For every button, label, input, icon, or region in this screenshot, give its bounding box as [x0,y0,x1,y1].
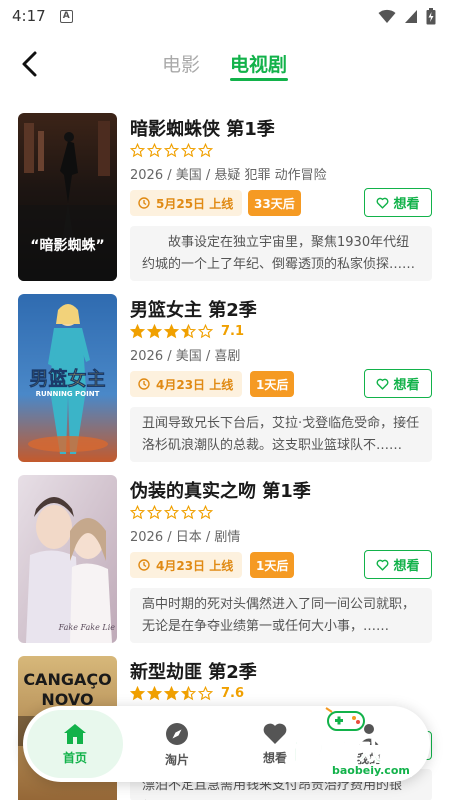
countdown-badge: 1天后 [250,371,295,397]
poster-title-text: Fake Fake Lie [58,623,115,632]
header: 电影 电视剧 [0,38,450,92]
star-full-icon [147,323,162,338]
watermark: 宝贝游戏网 baobeiy.com [268,706,438,786]
star-empty-icon [181,504,196,519]
star-full-icon [130,685,145,700]
poster-image: 男篮女主 RUNNING POINT [18,294,117,462]
synopsis: 故事设定在独立宇宙里，聚焦1930年代纽约城的一个上了年纪、倒霉透顶的私家侦探…… [130,226,432,281]
wifi-icon [378,9,396,23]
poster-title-text: 男篮女主 [29,368,106,391]
item-title[interactable]: 新型劫匪 第2季 [130,658,257,684]
item-title[interactable]: 伪装的真实之吻 第1季 [130,477,311,503]
item-title[interactable]: 暗影蜘蛛侠 第1季 [130,115,275,141]
star-empty-icon [130,504,145,519]
back-button[interactable] [14,48,46,80]
list-item[interactable]: 男篮女主 RUNNING POINT 男篮女主 第2季 7.1 2026 / 美… [0,294,450,475]
star-empty-icon [181,142,196,157]
want-to-watch-button[interactable]: 想看 [364,369,432,398]
star-empty-icon [198,323,213,338]
release-date-badge: 4月23日 上线 [130,371,243,397]
want-to-watch-button[interactable]: 想看 [364,188,432,217]
poster-image: Fake Fake Lie [18,475,117,643]
star-full-icon [147,685,162,700]
synopsis-text: 故事设定在独立宇宙里，聚焦1930年代纽约城的一个上了年纪、倒霉透顶的私家侦探…… [142,235,416,272]
star-empty-icon [164,504,179,519]
release-date: 4月23日 上线 [156,558,234,573]
want-to-watch-label: 想看 [393,378,420,393]
nav-home[interactable]: 首页 [27,710,123,778]
star-rating [130,504,215,520]
list-item[interactable]: “暗影蜘蛛” 暗影蜘蛛侠 第1季 2026 / 美国 / 悬疑 犯罪 动作冒险 … [0,113,450,294]
gamepad-logo-icon [325,707,365,731]
poster-subtitle-text: RUNNING POINT [35,390,100,398]
heart-outline-icon [377,559,389,571]
star-rating: 7.6 [130,685,244,701]
tab-active-indicator [230,78,288,81]
release-date-badge: 4月23日 上线 [130,552,243,578]
item-meta: 2026 / 美国 / 喜剧 [130,349,241,364]
list-item[interactable]: Fake Fake Lie 伪装的真实之吻 第1季 2026 / 日本 / 剧情… [0,475,450,656]
poster-image: “暗影蜘蛛” [18,113,117,281]
status-time: 4:17 [12,7,46,25]
chevron-left-icon [22,51,37,77]
star-empty-icon [198,142,213,157]
clock-icon [138,559,150,571]
item-title[interactable]: 男篮女主 第2季 [130,296,257,322]
clock-icon [138,197,150,209]
tab-tv-series[interactable]: 电视剧 [230,50,287,77]
heart-outline-icon [377,197,389,209]
rating-score: 7.6 [221,685,245,701]
star-empty-icon [198,504,213,519]
poster-title-text: “暗影蜘蛛” [30,238,105,254]
battery-icon [426,7,436,24]
status-bar: 4:17 A [0,0,450,32]
star-empty-icon [147,504,162,519]
star-empty-icon [147,142,162,157]
watermark-title: 宝贝游戏网 [284,738,409,767]
status-icons [378,7,436,25]
item-meta: 2026 / 日本 / 剧情 [130,530,241,545]
countdown-badge: 1天后 [250,552,295,578]
compass-icon [166,722,188,745]
nav-label: 淘片 [164,752,189,767]
star-half-icon [181,323,196,338]
star-full-icon [164,685,179,700]
clock-icon [138,378,150,390]
synopsis-text: 丑闻导致兄长下台后，艾拉·戈登临危受命，接任洛杉矶浪潮队的总裁。这支职业篮球队不… [142,416,420,453]
star-rating [130,142,215,158]
synopsis: 丑闻导致兄长下台后，艾拉·戈登临危受命，接任洛杉矶浪潮队的总裁。这支职业篮球队不… [130,407,432,462]
synopsis: 高中时期的死对头偶然进入了同一间公司就职，无论是在争夺业绩第一或任何大小事，…… [130,588,432,643]
watermark-url: baobeiy.com [330,764,412,777]
home-icon [64,723,86,744]
nav-discover[interactable]: 淘片 [131,706,223,782]
tv-series-list: “暗影蜘蛛” 暗影蜘蛛侠 第1季 2026 / 美国 / 悬疑 犯罪 动作冒险 … [0,113,450,800]
poster-title-text: CANGAÇO NOVO [23,670,112,709]
star-empty-icon [198,685,213,700]
heart-outline-icon [377,378,389,390]
notification-a-icon: A [59,9,73,23]
star-full-icon [164,323,179,338]
item-meta: 2026 / 美国 / 悬疑 犯罪 动作冒险 [130,168,327,183]
release-date-badge: 5月25日 上线 [130,190,243,216]
nav-label: 首页 [62,750,87,765]
want-to-watch-label: 想看 [393,197,420,212]
synopsis-text: 高中时期的死对头偶然进入了同一间公司就职，无论是在争夺业绩第一或任何大小事，…… [142,597,416,634]
release-date: 5月25日 上线 [156,196,234,211]
release-date: 4月23日 上线 [156,377,234,392]
want-to-watch-label: 想看 [393,559,420,574]
signal-icon [405,9,417,23]
tab-movie[interactable]: 电影 [162,50,200,77]
star-full-icon [130,323,145,338]
countdown-badge: 33天后 [248,190,301,216]
star-empty-icon [164,142,179,157]
rating-score: 7.1 [221,323,245,339]
star-empty-icon [130,142,145,157]
star-rating: 7.1 [130,323,244,339]
want-to-watch-button[interactable]: 想看 [364,550,432,579]
star-half-icon [181,685,196,700]
